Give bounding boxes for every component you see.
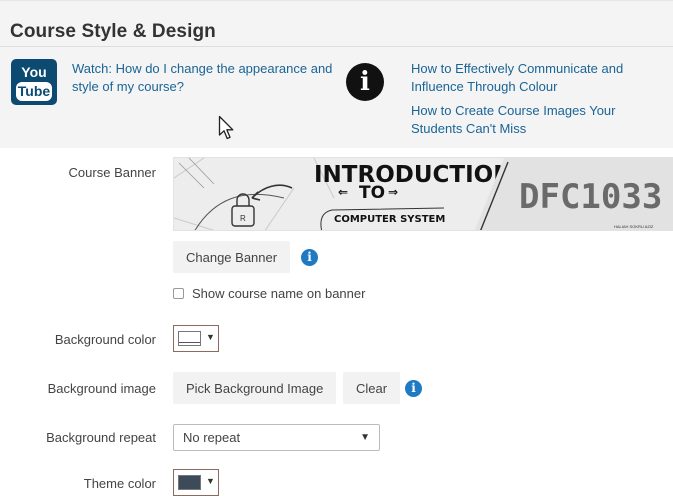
- background-color-label: Background color: [54, 332, 156, 347]
- course-banner-image: R INTRODUCTION ⇐ TO ⇒ COMPUTER SYSTEM DF…: [173, 157, 673, 231]
- banner-course-code: DFC1033: [519, 177, 662, 217]
- chevron-down-icon: ▼: [206, 476, 215, 486]
- theme-color-chip: [178, 475, 201, 490]
- youtube-icon[interactable]: You Tube: [11, 59, 57, 105]
- background-repeat-select[interactable]: No repeat ▼: [173, 424, 380, 451]
- youtube-icon-bottom-text: Tube: [16, 82, 52, 101]
- background-image-label: Background image: [47, 381, 156, 396]
- banner-subtitle-text: COMPUTER SYSTEM: [334, 214, 445, 225]
- show-course-name-checkbox[interactable]: [173, 288, 184, 299]
- youtube-icon-top-text: You: [21, 64, 47, 80]
- clear-background-image-button[interactable]: Clear: [343, 372, 401, 404]
- show-course-name-row: Show course name on banner: [173, 286, 365, 301]
- background-color-chip: [178, 331, 201, 346]
- banner-info-icon[interactable]: i: [301, 249, 318, 266]
- background-color-picker[interactable]: ▼: [173, 325, 219, 352]
- svg-text:⇐: ⇐: [338, 185, 348, 199]
- chevron-down-icon: ▼: [360, 432, 370, 443]
- background-repeat-label: Background repeat: [46, 430, 156, 445]
- theme-color-label: Theme color: [83, 476, 156, 491]
- pick-background-image-button[interactable]: Pick Background Image: [173, 372, 337, 404]
- background-repeat-value: No repeat: [183, 430, 241, 445]
- course-style-panel: Course Style & Design You Tube Watch: Ho…: [0, 0, 673, 148]
- banner-author-text: HALIAH SOKRU AZIZ: [614, 224, 654, 229]
- theme-color-picker[interactable]: ▼: [173, 469, 219, 496]
- chevron-down-icon: ▼: [206, 332, 215, 342]
- show-course-name-label: Show course name on banner: [192, 286, 366, 301]
- info-circle-icon: i: [346, 63, 384, 101]
- banner-to-text: TO: [359, 183, 385, 203]
- svg-text:⇒: ⇒: [388, 185, 398, 199]
- mouse-pointer-icon: [218, 115, 234, 140]
- banner-artwork: R INTRODUCTION ⇐ TO ⇒ COMPUTER SYSTEM DF…: [174, 158, 672, 230]
- background-image-info-icon[interactable]: i: [405, 380, 422, 397]
- panel-title: Course Style & Design: [10, 21, 216, 42]
- watch-video-link[interactable]: Watch: How do I change the appearance an…: [72, 60, 342, 96]
- panel-divider: [0, 46, 673, 47]
- course-images-article-link[interactable]: How to Create Course Images Your Student…: [411, 102, 666, 138]
- svg-text:R: R: [240, 214, 246, 223]
- colour-article-link[interactable]: How to Effectively Communicate and Influ…: [411, 60, 666, 96]
- course-banner-label: Course Banner: [68, 165, 156, 180]
- change-banner-button[interactable]: Change Banner: [173, 241, 291, 273]
